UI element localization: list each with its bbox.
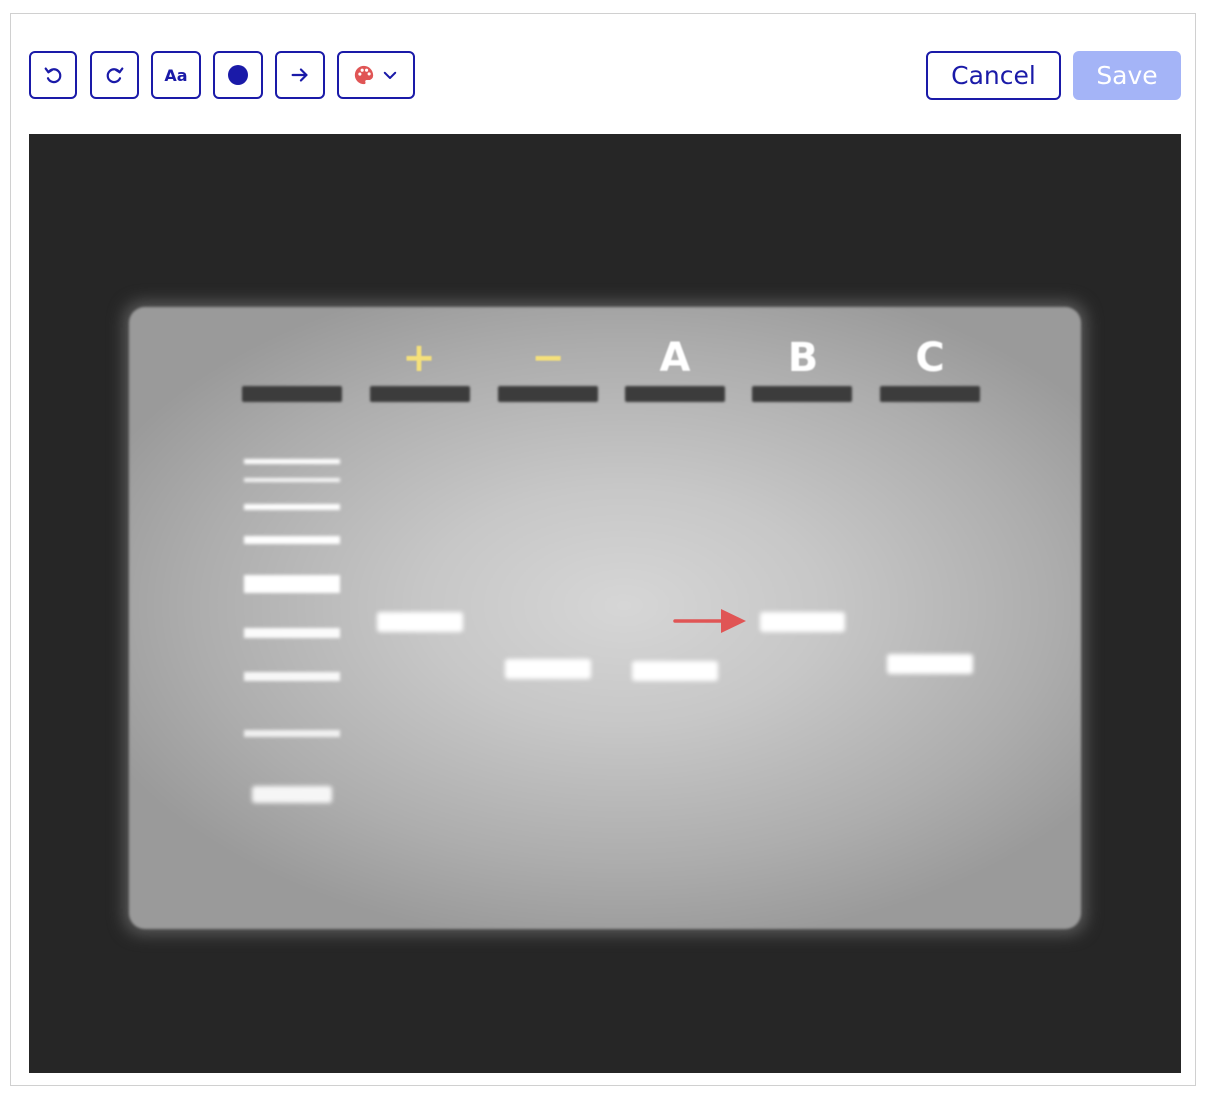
lane-label-a: A bbox=[659, 335, 691, 381]
image-editor-panel: Aa Cancel Save + − A B C bbox=[10, 13, 1196, 1086]
lane-label-negative: − bbox=[531, 335, 565, 381]
undo-button[interactable] bbox=[29, 51, 77, 99]
arrow-right-icon bbox=[291, 68, 308, 82]
well-b bbox=[752, 386, 852, 402]
ladder-band bbox=[244, 730, 340, 737]
lane-label-b: B bbox=[787, 335, 819, 381]
editor-toolbar: Aa Cancel Save bbox=[11, 14, 1195, 134]
text-tool-button[interactable]: Aa bbox=[151, 51, 201, 99]
band-c bbox=[887, 654, 973, 674]
text-tool-icon: Aa bbox=[164, 65, 188, 85]
ladder-band bbox=[244, 459, 340, 464]
redo-button[interactable] bbox=[90, 51, 139, 99]
save-button: Save bbox=[1073, 51, 1181, 100]
arrow-tool-button[interactable] bbox=[275, 51, 325, 99]
ladder-band bbox=[244, 504, 340, 510]
lane-label-positive: + bbox=[402, 335, 436, 381]
ladder-band bbox=[244, 672, 340, 681]
well-c bbox=[880, 386, 980, 402]
well-ladder bbox=[242, 386, 342, 402]
redo-icon bbox=[106, 67, 123, 84]
image-canvas[interactable]: + − A B C bbox=[29, 134, 1181, 1073]
cancel-button[interactable]: Cancel bbox=[926, 51, 1061, 100]
annotation-arrow-icon[interactable] bbox=[673, 606, 749, 636]
ladder-band bbox=[252, 786, 332, 803]
lane-label-c: C bbox=[915, 335, 945, 381]
well-a bbox=[625, 386, 725, 402]
well-negative bbox=[498, 386, 598, 402]
band-b bbox=[760, 612, 845, 632]
well-positive bbox=[370, 386, 470, 402]
ladder-band bbox=[244, 478, 340, 482]
color-picker-button[interactable] bbox=[337, 51, 415, 99]
filled-circle-icon bbox=[228, 65, 248, 85]
ladder-band bbox=[244, 536, 340, 544]
band-negative bbox=[505, 659, 591, 679]
circle-tool-button[interactable] bbox=[213, 51, 263, 99]
band-positive bbox=[377, 612, 463, 632]
palette-icon bbox=[354, 65, 374, 85]
chevron-down-icon bbox=[383, 71, 397, 79]
ladder-band bbox=[244, 628, 340, 638]
band-a bbox=[632, 661, 718, 681]
undo-icon bbox=[44, 67, 62, 84]
ladder-band bbox=[244, 575, 340, 593]
